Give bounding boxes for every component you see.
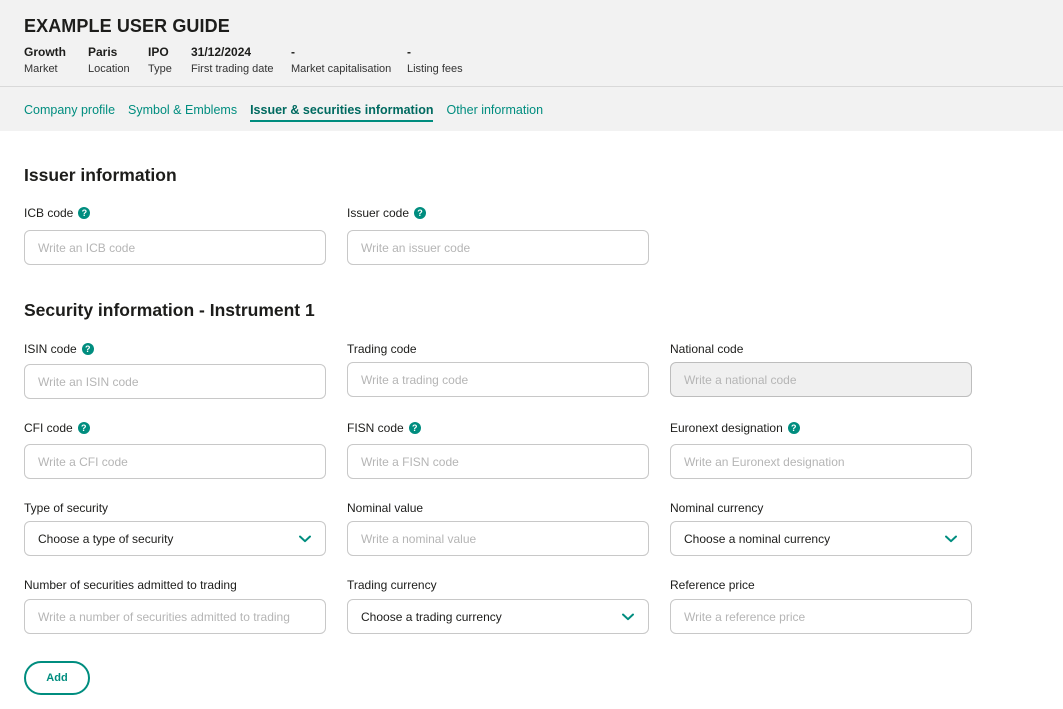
- help-icon[interactable]: ?: [78, 207, 91, 219]
- select-value: Choose a trading currency: [361, 609, 502, 624]
- field-label-text: Reference price: [670, 578, 755, 592]
- field-label-text: National code: [670, 342, 744, 356]
- cfi-code-input[interactable]: [24, 444, 326, 479]
- meta-label: Market capitalisation: [291, 63, 392, 75]
- help-icon[interactable]: ?: [414, 207, 427, 219]
- header-divider: [0, 86, 1063, 87]
- meta-type: IPO Type: [148, 45, 172, 75]
- nominal-value-input[interactable]: [347, 521, 649, 556]
- chevron-down-icon: [944, 532, 958, 546]
- chevron-down-icon: [298, 532, 312, 546]
- national-code-label: National code: [670, 342, 743, 356]
- meta-label: First trading date: [191, 63, 274, 75]
- meta-value: Paris: [88, 45, 118, 59]
- fisn-code-label: FISN code ?: [347, 421, 421, 435]
- meta-value: -: [407, 45, 411, 59]
- select-value: Choose a nominal currency: [684, 531, 831, 546]
- tab-issuer-securities[interactable]: Issuer & securities information: [250, 103, 434, 122]
- field-label-text: FISN code: [347, 421, 404, 435]
- help-icon[interactable]: ?: [787, 422, 800, 434]
- fisn-code-input[interactable]: [347, 444, 649, 479]
- nominal-currency-select[interactable]: Choose a nominal currency: [670, 521, 972, 556]
- field-label-text: Nominal currency: [670, 501, 764, 515]
- num-securities-input[interactable]: [24, 599, 326, 634]
- type-of-security-label: Type of security: [24, 501, 108, 515]
- issuer-code-input[interactable]: [347, 230, 649, 265]
- reference-price-label: Reference price: [670, 578, 755, 592]
- tab-other-information[interactable]: Other information: [446, 103, 543, 122]
- nominal-value-label: Nominal value: [347, 501, 423, 515]
- tab-company-profile[interactable]: Company profile: [24, 103, 115, 122]
- trading-currency-select[interactable]: Choose a trading currency: [347, 599, 649, 634]
- meta-location: Paris Location: [88, 45, 130, 75]
- page-title: EXAMPLE USER GUIDE: [24, 16, 230, 36]
- meta-value: 31/12/2024: [191, 45, 252, 59]
- icb-code-label: ICB code ?: [24, 206, 91, 220]
- issuer-section-title: Issuer information: [24, 165, 177, 185]
- meta-value: -: [291, 45, 295, 59]
- meta-market-capitalisation: - Market capitalisation: [291, 45, 391, 75]
- meta-value: Growth: [24, 45, 66, 59]
- field-label-text: Trading currency: [347, 578, 437, 592]
- page-header: EXAMPLE USER GUIDE Growth Market Paris L…: [0, 0, 1063, 131]
- field-label-text: ICB code: [24, 206, 74, 220]
- trading-code-label: Trading code: [347, 342, 417, 356]
- issuer-code-label: Issuer code ?: [347, 206, 427, 220]
- meta-label: Type: [148, 63, 172, 75]
- meta-listing-fees: - Listing fees: [407, 45, 463, 75]
- field-label-text: CFI code: [24, 421, 73, 435]
- field-label-text: ISIN code: [24, 342, 77, 356]
- help-icon[interactable]: ?: [77, 422, 90, 434]
- select-value: Choose a type of security: [38, 531, 174, 546]
- tab-symbol-emblems[interactable]: Symbol & Emblems: [128, 103, 237, 122]
- icb-code-input[interactable]: [24, 230, 326, 265]
- field-label-text: Nominal value: [347, 501, 424, 515]
- add-instrument-button[interactable]: Add: [24, 661, 90, 695]
- meta-label: Market: [24, 63, 58, 75]
- meta-label: Listing fees: [407, 63, 463, 75]
- field-label-text: Number of securities admitted to trading: [24, 578, 237, 592]
- security-section-title: Security information - Instrument 1: [24, 300, 315, 320]
- isin-code-label: ISIN code ?: [24, 342, 94, 356]
- field-label-text: Type of security: [24, 501, 109, 515]
- trading-currency-label: Trading currency: [347, 578, 437, 592]
- cfi-code-label: CFI code ?: [24, 421, 90, 435]
- euronext-designation-label: Euronext designation ?: [670, 421, 800, 435]
- help-icon[interactable]: ?: [408, 422, 421, 434]
- field-label-text: Issuer code: [347, 206, 410, 220]
- meta-market: Growth Market: [24, 45, 66, 75]
- meta-label: Location: [88, 63, 130, 75]
- trading-code-input[interactable]: [347, 362, 649, 397]
- field-label-text: Euronext designation: [670, 421, 783, 435]
- meta-first-trading-date: 31/12/2024 First trading date: [191, 45, 274, 75]
- num-securities-label: Number of securities admitted to trading: [24, 578, 237, 592]
- type-of-security-select[interactable]: Choose a type of security: [24, 521, 326, 556]
- reference-price-input[interactable]: [670, 599, 972, 634]
- tab-bar: Company profile Symbol & Emblems Issuer …: [24, 103, 543, 122]
- isin-code-input[interactable]: [24, 364, 326, 399]
- chevron-down-icon: [621, 610, 635, 624]
- field-label-text: Trading code: [347, 342, 417, 356]
- national-code-input[interactable]: [670, 362, 972, 397]
- help-icon[interactable]: ?: [81, 343, 94, 355]
- nominal-currency-label: Nominal currency: [670, 501, 763, 515]
- meta-value: IPO: [148, 45, 169, 59]
- euronext-designation-input[interactable]: [670, 444, 972, 479]
